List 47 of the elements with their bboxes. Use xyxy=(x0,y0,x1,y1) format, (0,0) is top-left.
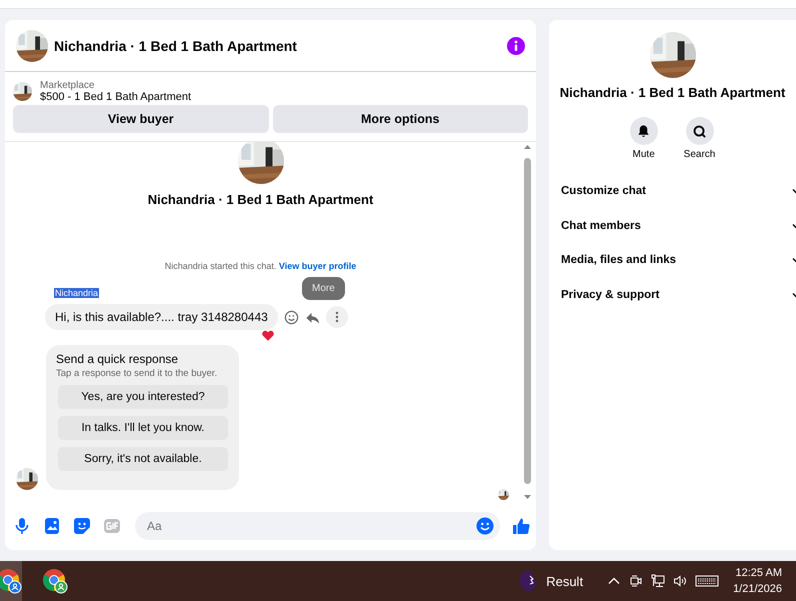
more-button[interactable] xyxy=(326,306,348,328)
quick-response-button[interactable]: Yes, are you interested? xyxy=(58,385,228,409)
date: 1/21/2026 xyxy=(733,583,782,595)
profile-name: Nichandria · 1 Bed 1 Bath Apartment xyxy=(560,85,786,100)
info-icon[interactable] xyxy=(507,36,525,54)
conversation-title: Nichandria · 1 Bed 1 Bath Apartment xyxy=(146,192,374,207)
quick-response-button[interactable]: Sorry, it's not available. xyxy=(58,447,228,471)
quick-response-title: Send a quick response xyxy=(56,352,180,366)
quick-response-hint: Tap a response to send it to the buyer. xyxy=(56,368,218,379)
listing-title: $500 - 1 Bed 1 Bath Apartment xyxy=(40,91,192,103)
section-toggle[interactable]: Chat members xyxy=(561,208,796,243)
message-input[interactable]: Aa xyxy=(145,518,476,534)
emoji-icon[interactable] xyxy=(476,517,494,535)
sender-name: Nichandria xyxy=(54,288,100,298)
keyboard-icon[interactable] xyxy=(695,574,720,588)
chat-notice: Nichandria started this chat. View buyer profile xyxy=(164,261,358,271)
buyer-profile-link[interactable]: View buyer profile xyxy=(278,261,356,271)
section-toggle[interactable]: Customize chat xyxy=(561,174,796,208)
action-button[interactable]: More options xyxy=(272,105,528,133)
listing-label: Marketplace xyxy=(40,80,96,91)
browser-icon[interactable] xyxy=(0,568,22,594)
action-button[interactable]: View buyer xyxy=(13,105,268,133)
message-field[interactable]: Aa xyxy=(135,512,500,540)
section-toggle[interactable]: Media, files and links xyxy=(561,243,796,278)
emoji-icon[interactable] xyxy=(284,310,299,324)
clock[interactable]: 12:25 AM 1/21/2026 xyxy=(733,567,782,595)
scroll-up-icon[interactable] xyxy=(523,144,532,150)
browser-icon[interactable] xyxy=(42,568,68,594)
speaker-icon[interactable] xyxy=(673,574,688,588)
quick-response-button[interactable]: In talks. I'll let you know. xyxy=(58,416,228,440)
camera-icon[interactable] xyxy=(629,574,644,588)
time: 12:25 AM xyxy=(736,567,782,579)
scroll-down-icon[interactable] xyxy=(523,494,532,500)
heart-icon xyxy=(260,329,275,342)
search-icon xyxy=(692,124,707,138)
section-toggle[interactable]: Privacy & support xyxy=(561,278,796,312)
scrollbar-thumb[interactable] xyxy=(524,158,531,484)
sticker-icon[interactable] xyxy=(73,517,91,535)
chat-title: Nichandria · 1 Bed 1 Bath Apartment xyxy=(54,38,298,54)
network-icon[interactable] xyxy=(651,574,666,588)
tooltip: More xyxy=(302,277,345,300)
more-icon xyxy=(334,311,339,323)
microphone-icon[interactable] xyxy=(13,517,31,535)
bell-icon xyxy=(636,124,652,138)
weather-widget[interactable]: Result xyxy=(514,566,588,596)
thumbs-up-icon[interactable] xyxy=(512,517,530,535)
image-icon[interactable] xyxy=(43,517,61,535)
